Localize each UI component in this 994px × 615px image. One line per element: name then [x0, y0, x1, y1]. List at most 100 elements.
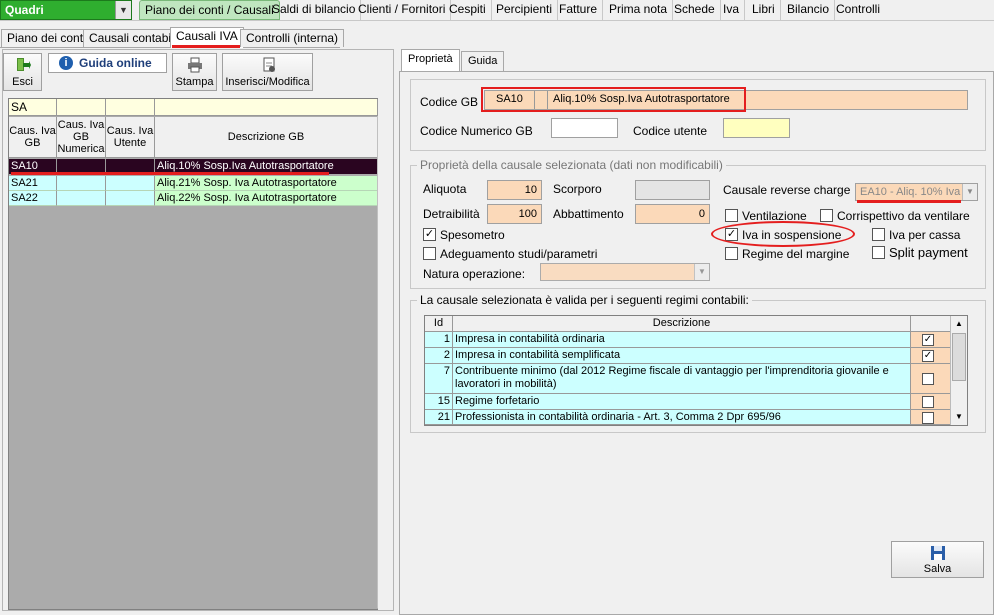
row-code: SA22: [9, 191, 57, 206]
regimi-header-check[interactable]: [911, 316, 951, 332]
menu-libri[interactable]: Libri: [747, 0, 781, 20]
edit-document-icon: [263, 57, 275, 72]
codice-numerico-label: Codice Numerico GB: [420, 124, 533, 138]
scorporo-label: Scorporo: [553, 182, 602, 196]
regimi-header-descrizione[interactable]: Descrizione: [453, 316, 911, 332]
guida-online-label: Guida online: [79, 56, 152, 70]
split-payment-checkbox: [872, 246, 885, 259]
floppy-disk-icon: [931, 546, 945, 560]
row-descrizione: Aliq.22% Sosp. Iva Autotrasportatore: [155, 191, 378, 206]
regime-id: 21: [425, 410, 453, 425]
filter-code-cell[interactable]: SA: [9, 99, 57, 116]
regime-checkbox[interactable]: [922, 373, 934, 385]
stampa-button[interactable]: Stampa: [172, 53, 217, 91]
header-caus-iva-numerica[interactable]: Caus. Iva GB Numerica: [57, 117, 106, 158]
codice-utente-label: Codice utente: [633, 124, 708, 138]
filter-numerica-cell[interactable]: [57, 99, 106, 116]
menu-iva[interactable]: Iva: [718, 0, 746, 20]
proprieta-title: Proprietà della causale selezionata (dat…: [417, 158, 726, 172]
exit-icon: [17, 58, 31, 71]
spesometro-checkbox: ✓: [423, 228, 436, 241]
module-select-value: Quadri: [5, 3, 44, 17]
tab-controlli-interna[interactable]: Controlli (interna): [240, 29, 345, 47]
tab-piano-dei-conti[interactable]: Piano dei conti: [1, 29, 92, 47]
chevron-down-icon: ▼: [962, 184, 977, 200]
regime-checkbox[interactable]: ✓: [922, 334, 934, 346]
natura-operazione-select: ▼: [540, 263, 710, 281]
detraibilita-field: 100: [487, 204, 542, 224]
tab-proprieta[interactable]: Proprietà: [401, 49, 460, 72]
tab-causali-contabili[interactable]: Causali contabili: [83, 29, 183, 47]
esci-label: Esci: [12, 76, 33, 88]
chevron-down-icon[interactable]: ▼: [115, 1, 131, 19]
causali-iva-grid: SA Caus. Iva GB Caus. Iva GB Numerica Ca…: [8, 98, 393, 610]
salva-button[interactable]: Salva: [891, 541, 984, 578]
menu-schede[interactable]: Schede: [669, 0, 721, 20]
highlight-underline: [11, 172, 329, 175]
regime-margine-checkbox: [725, 247, 738, 260]
info-icon: i: [59, 56, 73, 70]
table-row-sa21[interactable]: SA21 Aliq.21% Sosp. Iva Autotrasportator…: [9, 176, 378, 191]
table-row-sa22[interactable]: SA22 Aliq.22% Sosp. Iva Autotrasportator…: [9, 191, 378, 206]
regime-checkbox[interactable]: [922, 396, 934, 408]
header-caus-iva-gb[interactable]: Caus. Iva GB: [9, 117, 57, 158]
menu-cespiti[interactable]: Cespiti: [444, 0, 492, 20]
menu-controlli[interactable]: Controlli: [831, 0, 885, 20]
menu-saldi-bilancio[interactable]: Saldi di bilancio: [267, 0, 362, 20]
table-row[interactable]: 7 Contribuente minimo (dal 2012 Regime f…: [425, 364, 951, 394]
reverse-charge-value: EA10 - Aliq. 10% Iva: [860, 186, 961, 198]
table-row[interactable]: 2 Impresa in contabilità semplificata ✓: [425, 348, 951, 364]
row-utente: [106, 191, 155, 206]
scroll-down-icon[interactable]: ▼: [951, 409, 967, 425]
menu-clienti-fornitori[interactable]: Clienti / Fornitori: [353, 0, 452, 20]
filter-descrizione-cell[interactable]: [155, 99, 378, 116]
inserisci-modifica-button[interactable]: Inserisci/Modifica: [222, 53, 313, 91]
menu-prima-nota[interactable]: Prima nota: [604, 0, 674, 20]
menu-bilancio[interactable]: Bilancio: [782, 0, 836, 20]
highlight-underline: [857, 200, 961, 203]
regime-id: 1: [425, 332, 453, 348]
table-row[interactable]: 21 Professionista in contabilità ordinar…: [425, 410, 951, 425]
scroll-thumb[interactable]: [952, 333, 966, 381]
reverse-charge-label: Causale reverse charge: [723, 183, 851, 197]
guida-online-button[interactable]: i Guida online: [48, 53, 167, 73]
regimi-table: Id Descrizione 1 Impresa in contabilità …: [424, 315, 968, 426]
table-row[interactable]: 1 Impresa in contabilità ordinaria ✓: [425, 332, 951, 348]
menu-percipienti[interactable]: Percipienti: [491, 0, 559, 20]
regimi-scrollbar[interactable]: ▲ ▼: [950, 316, 967, 425]
menu-piano-conti-causali[interactable]: Piano dei conti / Causali: [139, 0, 280, 20]
regime-checkbox[interactable]: ✓: [922, 350, 934, 362]
detraibilita-label: Detraibilità: [423, 207, 480, 221]
codice-gb-label: Codice GB: [420, 95, 479, 109]
module-select[interactable]: Quadri ▼: [0, 0, 132, 20]
chevron-down-icon: ▼: [694, 264, 709, 280]
tab-guida[interactable]: Guida: [461, 51, 505, 71]
regime-descrizione: Contribuente minimo (dal 2012 Regime fis…: [453, 364, 911, 394]
header-descrizione-gb[interactable]: Descrizione GB: [155, 117, 378, 158]
salva-label: Salva: [923, 563, 952, 575]
scroll-up-icon[interactable]: ▲: [951, 316, 967, 332]
regime-margine-label: Regime del margine: [742, 247, 850, 261]
spesometro-label: Spesometro: [440, 228, 505, 242]
regime-id: 7: [425, 364, 453, 394]
regime-id: 15: [425, 394, 453, 410]
table-row[interactable]: 15 Regime forfetario: [425, 394, 951, 410]
highlight-underline: [172, 45, 240, 48]
grid-scrollbar[interactable]: [377, 116, 393, 608]
regimi-header-id[interactable]: Id: [425, 316, 453, 332]
codice-numerico-field[interactable]: [551, 118, 618, 138]
corrispettivo-checkbox: [820, 209, 833, 222]
header-caus-iva-utente[interactable]: Caus. Iva Utente: [106, 117, 155, 158]
menu-fatture[interactable]: Fatture: [554, 0, 604, 20]
codice-utente-field[interactable]: [723, 118, 790, 138]
regime-checkbox[interactable]: [922, 412, 934, 424]
row-descrizione: Aliq.21% Sosp. Iva Autotrasportatore: [155, 176, 378, 191]
regime-descrizione: Impresa in contabilità ordinaria: [453, 332, 911, 348]
filter-utente-cell[interactable]: [106, 99, 155, 116]
adeguamento-label: Adeguamento studi/parametri: [440, 247, 598, 261]
iva-cassa-label: Iva per cassa: [889, 228, 961, 242]
aliquota-field: 10: [487, 180, 542, 200]
aliquota-label: Aliquota: [423, 182, 467, 196]
inserisci-modifica-label: Inserisci/Modifica: [225, 76, 310, 88]
esci-button[interactable]: Esci: [3, 53, 42, 91]
